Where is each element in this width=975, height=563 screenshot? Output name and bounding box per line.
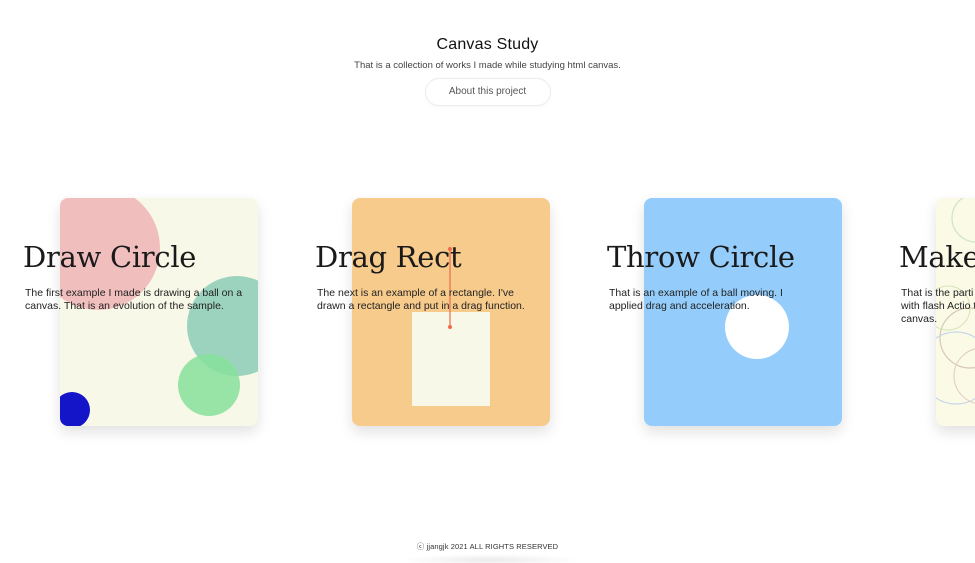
footer-shadow	[400, 554, 580, 563]
page-subtitle: That is a collection of works I made whi…	[354, 60, 621, 71]
card-title-drag-rect: Drag Rect	[315, 240, 462, 274]
blue-ball	[60, 392, 90, 426]
card-title-throw-circle: Throw Circle	[607, 240, 795, 274]
card-title-make: Make	[899, 240, 975, 274]
line-ring	[953, 348, 975, 404]
page-title: Canvas Study	[436, 36, 539, 53]
card-desc-draw-circle: The first example I made is drawing a ba…	[25, 287, 243, 312]
page: Canvas Study That is a collection of wor…	[0, 0, 975, 563]
drag-line-end	[448, 325, 452, 329]
footer-copyright: ⓒ jjangjk 2021 ALL RIGHTS RESERVED	[416, 542, 559, 551]
card-desc-make: That is the parti with flash Actio to ca…	[901, 287, 975, 325]
card-desc-throw-circle: That is an example of a ball moving. I a…	[609, 287, 783, 312]
card-title-draw-circle: Draw Circle	[23, 240, 197, 274]
about-project-button[interactable]: About this project	[424, 78, 551, 106]
card-desc-drag-rect: The next is an example of a rectangle. I…	[317, 287, 525, 312]
line-ring	[951, 198, 975, 243]
green-ball	[178, 354, 240, 416]
header: Canvas Study That is a collection of wor…	[0, 36, 975, 106]
